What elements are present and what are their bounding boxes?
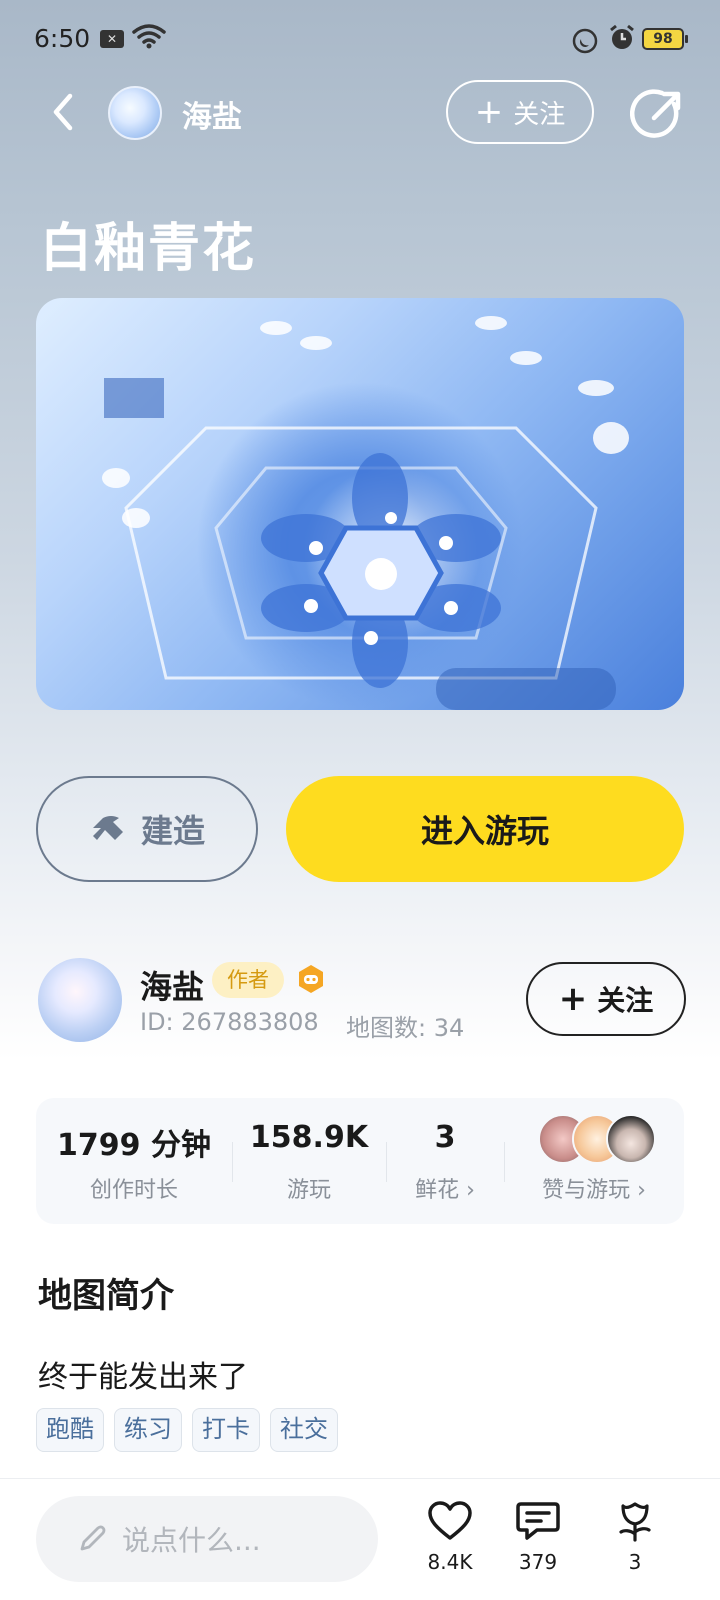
build-label: 建造 xyxy=(140,812,205,850)
stat-label: 创作时长 xyxy=(89,1178,178,1203)
share-icon[interactable] xyxy=(630,86,686,142)
stat-label: 游玩 xyxy=(286,1178,331,1203)
plus-icon: + xyxy=(474,92,504,132)
tag-chip[interactable]: 打卡 xyxy=(192,1408,260,1452)
tag-chip[interactable]: 练习 xyxy=(114,1408,182,1452)
heart-icon xyxy=(428,1501,472,1540)
flower-count: 3 xyxy=(628,1550,642,1574)
notification-icon: ✕ xyxy=(100,30,124,48)
author-role-badge: 作者 xyxy=(212,962,284,998)
follow-author-button[interactable]: + 关注 xyxy=(526,962,686,1036)
stat-label: 赞与游玩 › xyxy=(542,1178,646,1203)
intro-heading: 地图简介 xyxy=(38,1276,174,1316)
author-map-count: 地图数: 34 xyxy=(346,1014,465,1042)
comment-icon xyxy=(516,1502,560,1540)
stat-creation-time: 1799 分钟 创作时长 xyxy=(36,1098,232,1224)
follow-label: 关注 xyxy=(597,984,654,1017)
comment-count: 379 xyxy=(518,1550,558,1574)
map-title: 白釉青花 xyxy=(40,219,257,279)
build-icon xyxy=(92,816,123,840)
stat-plays: 158.9K 游玩 xyxy=(232,1098,386,1224)
plus-icon: + xyxy=(558,979,588,1019)
flower-icon xyxy=(619,1502,651,1542)
status-bar: 6:50 ✕ 98 xyxy=(0,0,720,80)
back-arrow-icon[interactable] xyxy=(44,90,84,134)
liker-avatars[interactable] xyxy=(538,1114,658,1166)
author-avatar-small[interactable] xyxy=(108,86,162,140)
build-button[interactable]: 建造 xyxy=(36,776,258,882)
header-author-name[interactable]: 海盐 xyxy=(182,92,242,136)
tag-chip[interactable]: 跑酷 xyxy=(36,1408,104,1452)
author-name[interactable]: 海盐 xyxy=(140,962,204,1008)
map-cover-image[interactable] xyxy=(36,298,684,710)
tag-chip[interactable]: 社交 xyxy=(270,1408,338,1452)
stat-value: 3 xyxy=(434,1120,456,1155)
comment-input[interactable]: 说点什么... xyxy=(36,1496,378,1582)
flower-action[interactable]: 3 xyxy=(600,1500,670,1574)
liker-avatar xyxy=(606,1114,656,1164)
battery-indicator: 98 xyxy=(642,28,688,50)
wifi-icon xyxy=(132,24,166,49)
comment-action[interactable]: 379 xyxy=(503,1500,573,1574)
pencil-icon xyxy=(80,1525,106,1551)
like-action[interactable]: 8.4K xyxy=(415,1500,485,1574)
game-controller-badge-icon xyxy=(299,965,323,993)
stat-flowers[interactable]: 3 鲜花 › xyxy=(386,1098,504,1224)
tag-list: 跑酷 练习 打卡 社交 xyxy=(36,1408,338,1452)
cover-artwork xyxy=(102,316,629,710)
stat-label: 鲜花 › xyxy=(415,1178,475,1203)
alarm-icon xyxy=(610,24,634,49)
stat-value: 158.9K xyxy=(249,1120,369,1155)
stat-value: 1799 分钟 xyxy=(57,1128,211,1163)
enter-play-button[interactable]: 进入游玩 xyxy=(286,776,684,882)
status-time: 6:50 xyxy=(34,24,91,53)
header-follow-button[interactable]: + 关注 xyxy=(446,80,594,144)
do-not-disturb-icon xyxy=(572,28,598,54)
follow-label: 关注 xyxy=(513,99,566,130)
author-id: ID: 267883808 xyxy=(140,1008,319,1036)
intro-text: 终于能发出来了 xyxy=(38,1360,248,1395)
author-avatar[interactable] xyxy=(38,958,122,1042)
comment-placeholder: 说点什么... xyxy=(122,1524,261,1557)
like-count: 8.4K xyxy=(427,1550,473,1574)
stats-card: 1799 分钟 创作时长 158.9K 游玩 3 鲜花 › 赞与游玩 › xyxy=(36,1098,684,1224)
